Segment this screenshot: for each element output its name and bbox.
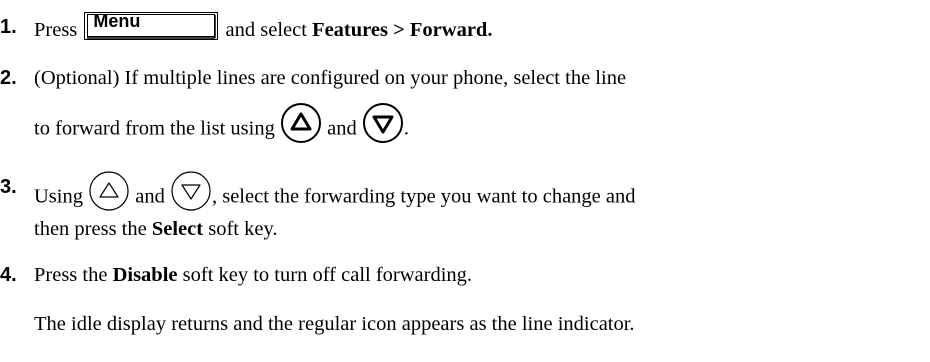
period: . bbox=[403, 117, 409, 140]
and-text: and bbox=[327, 117, 357, 140]
down-arrow-icon bbox=[362, 102, 404, 154]
menu-key-label: Menu bbox=[93, 11, 141, 31]
step-line-1: (Optional) If multiple lines are configu… bbox=[34, 67, 627, 89]
step-text: Press Menu and select Features > Forward… bbox=[34, 11, 493, 46]
step-text-after: , select the forwarding type you want to… bbox=[211, 185, 636, 208]
step-text: (Optional) If multiple lines are configu… bbox=[34, 63, 626, 94]
step-number: 2. bbox=[0, 67, 17, 89]
step-number: 1. bbox=[0, 16, 17, 38]
step-line-2-before: then press the bbox=[34, 218, 152, 240]
step-text: then press the Select soft key. bbox=[34, 214, 278, 245]
menu-path: Features > Forward. bbox=[312, 19, 493, 41]
step-line-2: to forward from the list using bbox=[34, 117, 275, 140]
and-text: and bbox=[135, 185, 165, 208]
step-number: 3. bbox=[0, 176, 17, 198]
up-arrow-icon bbox=[280, 102, 322, 154]
soft-key-name: Disable bbox=[112, 264, 178, 286]
step-text-after: soft key to turn off call forwarding. bbox=[177, 264, 473, 286]
step-number: 4. bbox=[0, 264, 17, 286]
step-text: to forward from the list using and . bbox=[34, 102, 409, 156]
step-text-before: Using bbox=[34, 185, 83, 208]
step-line-2-after: soft key. bbox=[203, 218, 278, 240]
step-text-before: Press the bbox=[34, 264, 113, 286]
step-note: The idle display returns and the regular… bbox=[34, 313, 635, 335]
step-text-middle: and select bbox=[220, 19, 313, 41]
soft-key-name: Select bbox=[151, 218, 204, 240]
step-text-before: Press bbox=[34, 19, 78, 41]
menu-hard-key-icon: Menu bbox=[84, 11, 219, 40]
step-text: Press the Disable soft key to turn off c… bbox=[34, 260, 472, 291]
